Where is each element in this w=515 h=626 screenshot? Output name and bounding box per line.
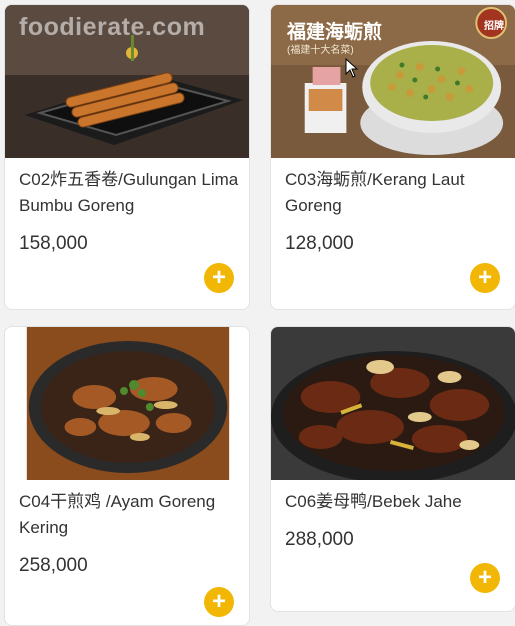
photo-badge: 招牌 bbox=[484, 21, 504, 32]
plus-icon: + bbox=[211, 588, 226, 615]
menu-item-card[interactable]: C04干煎鸡 /Ayam Goreng Kering 258,000 + bbox=[4, 326, 250, 626]
dish-photo bbox=[5, 327, 249, 480]
menu-item-card[interactable]: foodierate.com C02炸五香卷/Gulungan Lima Bum… bbox=[4, 4, 250, 310]
item-price: 258,000 bbox=[19, 555, 88, 576]
dish-photo bbox=[271, 327, 515, 480]
item-price: 128,000 bbox=[285, 233, 354, 254]
plus-icon: + bbox=[477, 564, 492, 591]
menu-item-card[interactable]: 福建海蛎煎 (福建十大名菜) 招牌 C03海蛎煎/Kerang Laut Gor… bbox=[270, 4, 515, 310]
item-name: C04干煎鸡 /Ayam Goreng Kering bbox=[19, 492, 216, 537]
mouse-cursor-icon bbox=[345, 58, 359, 78]
dish-photo: foodierate.com bbox=[5, 5, 249, 158]
item-price: 288,000 bbox=[285, 529, 354, 550]
item-name: C02炸五香卷/Gulungan Lima Bumbu Goreng bbox=[19, 170, 239, 215]
add-to-cart-button[interactable]: + bbox=[470, 563, 500, 593]
plus-icon: + bbox=[211, 264, 226, 291]
watermark: foodierate.com bbox=[19, 13, 206, 41]
item-name: C03海蛎煎/Kerang Laut Goreng bbox=[285, 170, 465, 215]
item-name: C06姜母鸭/Bebek Jahe bbox=[285, 492, 462, 511]
photo-title: 福建海蛎煎 bbox=[287, 21, 383, 43]
add-to-cart-button[interactable]: + bbox=[204, 263, 234, 293]
photo-subtitle: (福建十大名菜) bbox=[287, 45, 354, 56]
item-price: 158,000 bbox=[19, 233, 88, 254]
add-to-cart-button[interactable]: + bbox=[204, 587, 234, 617]
plus-icon: + bbox=[477, 264, 492, 291]
add-to-cart-button[interactable]: + bbox=[470, 263, 500, 293]
menu-item-card[interactable]: C06姜母鸭/Bebek Jahe 288,000 + bbox=[270, 326, 515, 612]
dish-photo: 福建海蛎煎 (福建十大名菜) 招牌 bbox=[271, 5, 515, 158]
